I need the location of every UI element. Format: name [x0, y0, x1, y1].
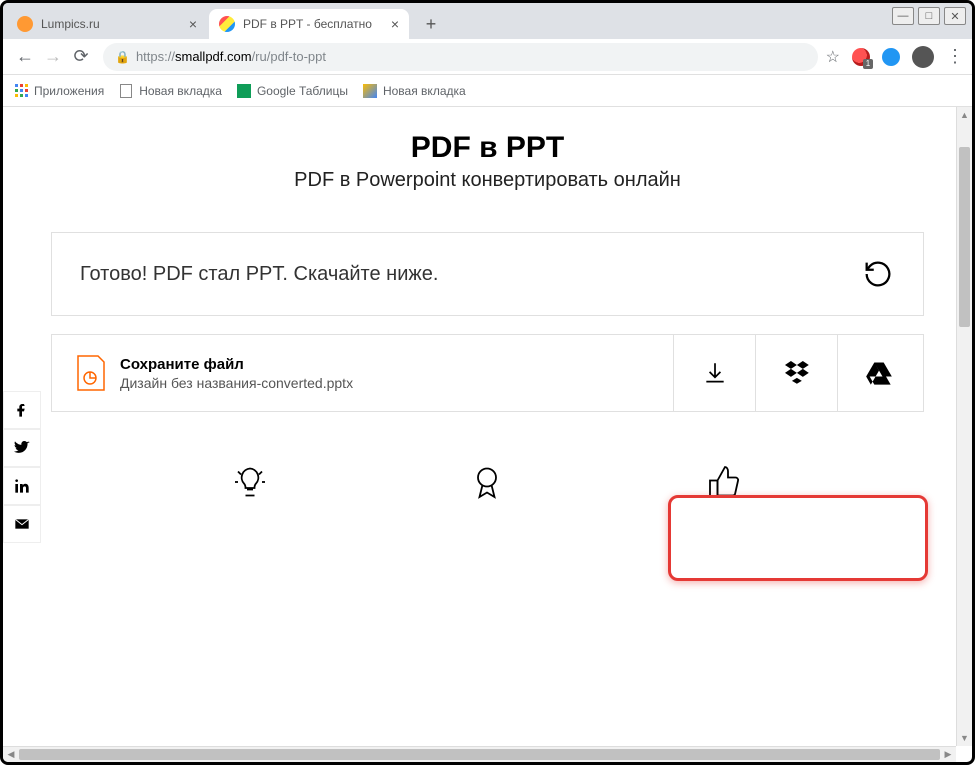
url-field[interactable]: 🔒 https://smallpdf.com/ru/pdf-to-ppt — [103, 43, 818, 71]
bookmark-sheets[interactable]: Google Таблицы — [236, 83, 348, 99]
twitter-share[interactable] — [3, 429, 41, 467]
maximize-button[interactable]: □ — [918, 7, 940, 25]
social-share-bar — [3, 391, 41, 543]
thumbs-up-icon — [707, 464, 743, 508]
status-message: Готово! PDF стал PPT. Скачайте ниже. — [80, 263, 438, 286]
bookmarks-bar: Приложения Новая вкладка Google Таблицы … — [3, 75, 972, 107]
new-tab-button[interactable]: + — [417, 10, 445, 38]
lightbulb-icon — [232, 464, 268, 508]
close-window-button[interactable]: ✕ — [944, 7, 966, 25]
scroll-left-icon[interactable]: ◀ — [3, 747, 19, 762]
addrbar-right: ☆ 1 ⋮ — [826, 46, 964, 68]
back-button[interactable]: ← — [11, 43, 39, 71]
tab-smallpdf[interactable]: PDF в PPT - бесплатно × — [209, 9, 409, 39]
reload-button[interactable]: ⟳ — [67, 43, 95, 71]
bookmark-apps[interactable]: Приложения — [13, 83, 104, 99]
tab-title: PDF в PPT - бесплатно — [243, 17, 383, 31]
tab-title: Lumpics.ru — [41, 17, 181, 31]
extension-globe-icon[interactable] — [882, 48, 900, 66]
scroll-right-icon[interactable]: ▶ — [940, 747, 956, 762]
email-share[interactable] — [3, 505, 41, 543]
close-tab-icon[interactable]: × — [189, 16, 197, 32]
forward-button[interactable]: → — [39, 43, 67, 71]
page-subtitle: PDF в Powerpoint конвертировать онлайн — [51, 169, 924, 192]
status-card: Готово! PDF стал PPT. Скачайте ниже. — [51, 232, 924, 316]
favicon-multi-icon — [219, 16, 235, 32]
favicon-orange-icon — [17, 16, 33, 32]
lock-icon: 🔒 — [115, 50, 130, 64]
page-content: PDF в PPT PDF в Powerpoint конвертироват… — [3, 107, 972, 762]
menu-button[interactable]: ⋮ — [946, 46, 964, 67]
dropbox-button[interactable] — [755, 335, 837, 411]
ppt-file-icon — [76, 354, 106, 392]
file-result-card: Сохраните файл Дизайн без названия-conve… — [51, 334, 924, 412]
tab-bar: Lumpics.ru × PDF в PPT - бесплатно × + — [3, 3, 972, 39]
facebook-share[interactable] — [3, 391, 41, 429]
filename-text: Дизайн без названия-converted.pptx — [120, 375, 353, 391]
scroll-down-icon[interactable]: ▼ — [957, 730, 972, 746]
google-drive-button[interactable] — [837, 335, 919, 411]
window-controls: — □ ✕ — [892, 7, 966, 25]
vertical-scrollbar[interactable]: ▲ ▼ — [956, 107, 972, 746]
address-bar: ← → ⟳ 🔒 https://smallpdf.com/ru/pdf-to-p… — [3, 39, 972, 75]
feature-icons — [51, 452, 924, 532]
horizontal-scrollbar[interactable]: ◀ ▶ — [3, 746, 956, 762]
scroll-up-icon[interactable]: ▲ — [957, 107, 972, 123]
download-button[interactable] — [673, 335, 755, 411]
browser-window: — □ ✕ Lumpics.ru × PDF в PPT - бесплатно… — [0, 0, 975, 765]
linkedin-share[interactable] — [3, 467, 41, 505]
extension-badge: 1 — [863, 59, 873, 69]
profile-avatar[interactable] — [912, 46, 934, 68]
download-options — [673, 335, 919, 411]
bookmark-newtab[interactable]: Новая вкладка — [118, 83, 222, 99]
extension-icon[interactable]: 1 — [852, 48, 870, 66]
scroll-thumb-h[interactable] — [19, 749, 940, 760]
page-title: PDF в PPT — [51, 131, 924, 165]
url-text: https://smallpdf.com/ru/pdf-to-ppt — [136, 49, 326, 64]
award-ribbon-icon — [469, 464, 505, 508]
tab-lumpics[interactable]: Lumpics.ru × — [7, 9, 207, 39]
save-file-title: Сохраните файл — [120, 356, 353, 373]
bookmark-star-icon[interactable]: ☆ — [826, 47, 840, 67]
refresh-icon[interactable] — [861, 257, 895, 291]
scroll-thumb[interactable] — [959, 147, 970, 327]
bookmark-newtab2[interactable]: Новая вкладка — [362, 83, 466, 99]
minimize-button[interactable]: — — [892, 7, 914, 25]
close-tab-icon[interactable]: × — [391, 16, 399, 32]
